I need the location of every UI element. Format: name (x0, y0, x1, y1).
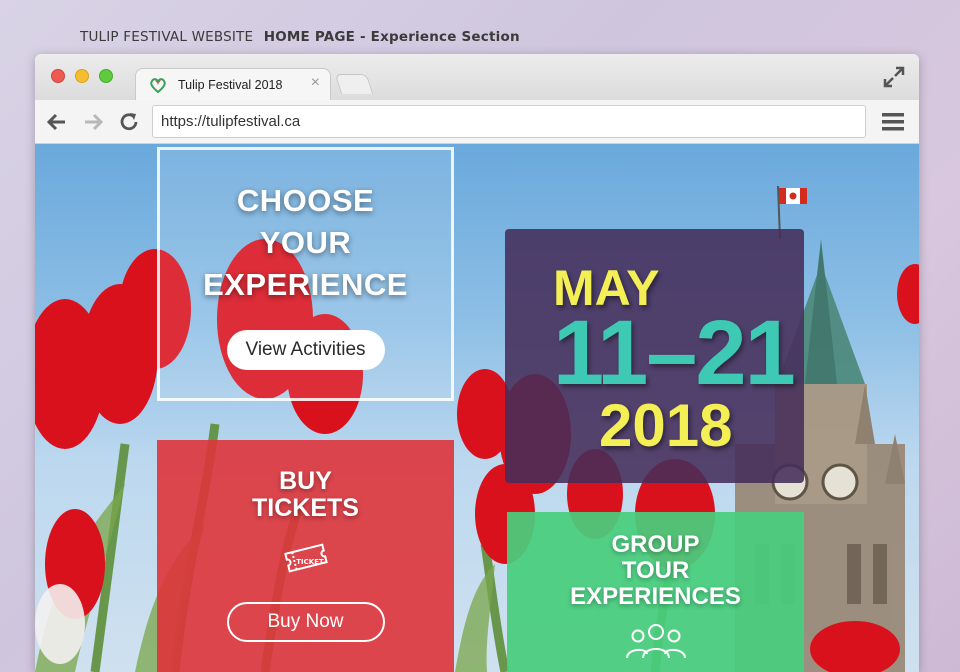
page-caption: TULIP FESTIVAL WEBSITE HOME PAGE - Exper… (80, 29, 520, 45)
buy-tickets-card: BUY TICKETS TICKET Buy Now (157, 440, 454, 672)
tab-close-icon[interactable]: × (311, 74, 320, 92)
group-tour-card[interactable]: GROUP TOUR EXPERIENCES (507, 512, 804, 672)
new-tab-button[interactable] (334, 74, 374, 94)
browser-window: Tulip Festival 2018 × https://tulipfesti… (35, 54, 919, 672)
reload-icon[interactable] (117, 110, 141, 134)
url-text: https://tulipfestival.ca (161, 113, 301, 130)
experience-line: EXPERIENCE (203, 267, 408, 302)
group-people-icon (625, 624, 686, 659)
tulip-heart-icon (150, 78, 166, 94)
address-bar[interactable]: https://tulipfestival.ca (152, 105, 866, 138)
view-activities-button[interactable]: View Activities (226, 330, 385, 370)
group-line: GROUP (611, 531, 700, 558)
caption-prefix: TULIP FESTIVAL WEBSITE (80, 29, 254, 45)
date-year: 2018 (599, 392, 733, 459)
choose-experience-heading: CHOOSE YOUR EXPERIENCE (160, 180, 451, 306)
experiences-line: EXPERIENCES (570, 583, 741, 610)
maximize-window-button[interactable] (99, 69, 113, 83)
choose-experience-card: CHOOSE YOUR EXPERIENCE View Activities (157, 147, 454, 401)
your-line: YOUR (259, 225, 352, 260)
page-viewport: CHOOSE YOUR EXPERIENCE View Activities M… (35, 144, 919, 672)
buy-tickets-heading: BUY TICKETS (157, 468, 454, 522)
expand-arrows-icon[interactable] (883, 66, 905, 88)
forward-arrow-icon[interactable] (81, 110, 105, 134)
minimize-window-button[interactable] (75, 69, 89, 83)
close-window-button[interactable] (51, 69, 65, 83)
tab-tulip-festival[interactable]: Tulip Festival 2018 × (135, 68, 331, 100)
tab-title: Tulip Festival 2018 (178, 78, 283, 92)
tickets-line: TICKETS (252, 494, 359, 522)
buy-line: BUY (279, 467, 332, 495)
caption-title: HOME PAGE - Experience Section (263, 29, 520, 45)
festival-dates-card: MAY 11–21 2018 (505, 229, 804, 483)
buy-now-button[interactable]: Buy Now (226, 602, 385, 642)
navigation-bar: https://tulipfestival.ca (35, 100, 919, 144)
tab-bar: Tulip Festival 2018 × (35, 54, 919, 100)
choose-line: CHOOSE (236, 183, 375, 218)
group-tour-heading: GROUP TOUR EXPERIENCES (507, 532, 804, 610)
ticket-icon-label: TICKET (296, 558, 324, 566)
tour-line: TOUR (621, 557, 690, 584)
hamburger-menu-icon[interactable] (881, 111, 905, 133)
back-arrow-icon[interactable] (45, 110, 69, 134)
ticket-icon: TICKET (283, 543, 328, 573)
